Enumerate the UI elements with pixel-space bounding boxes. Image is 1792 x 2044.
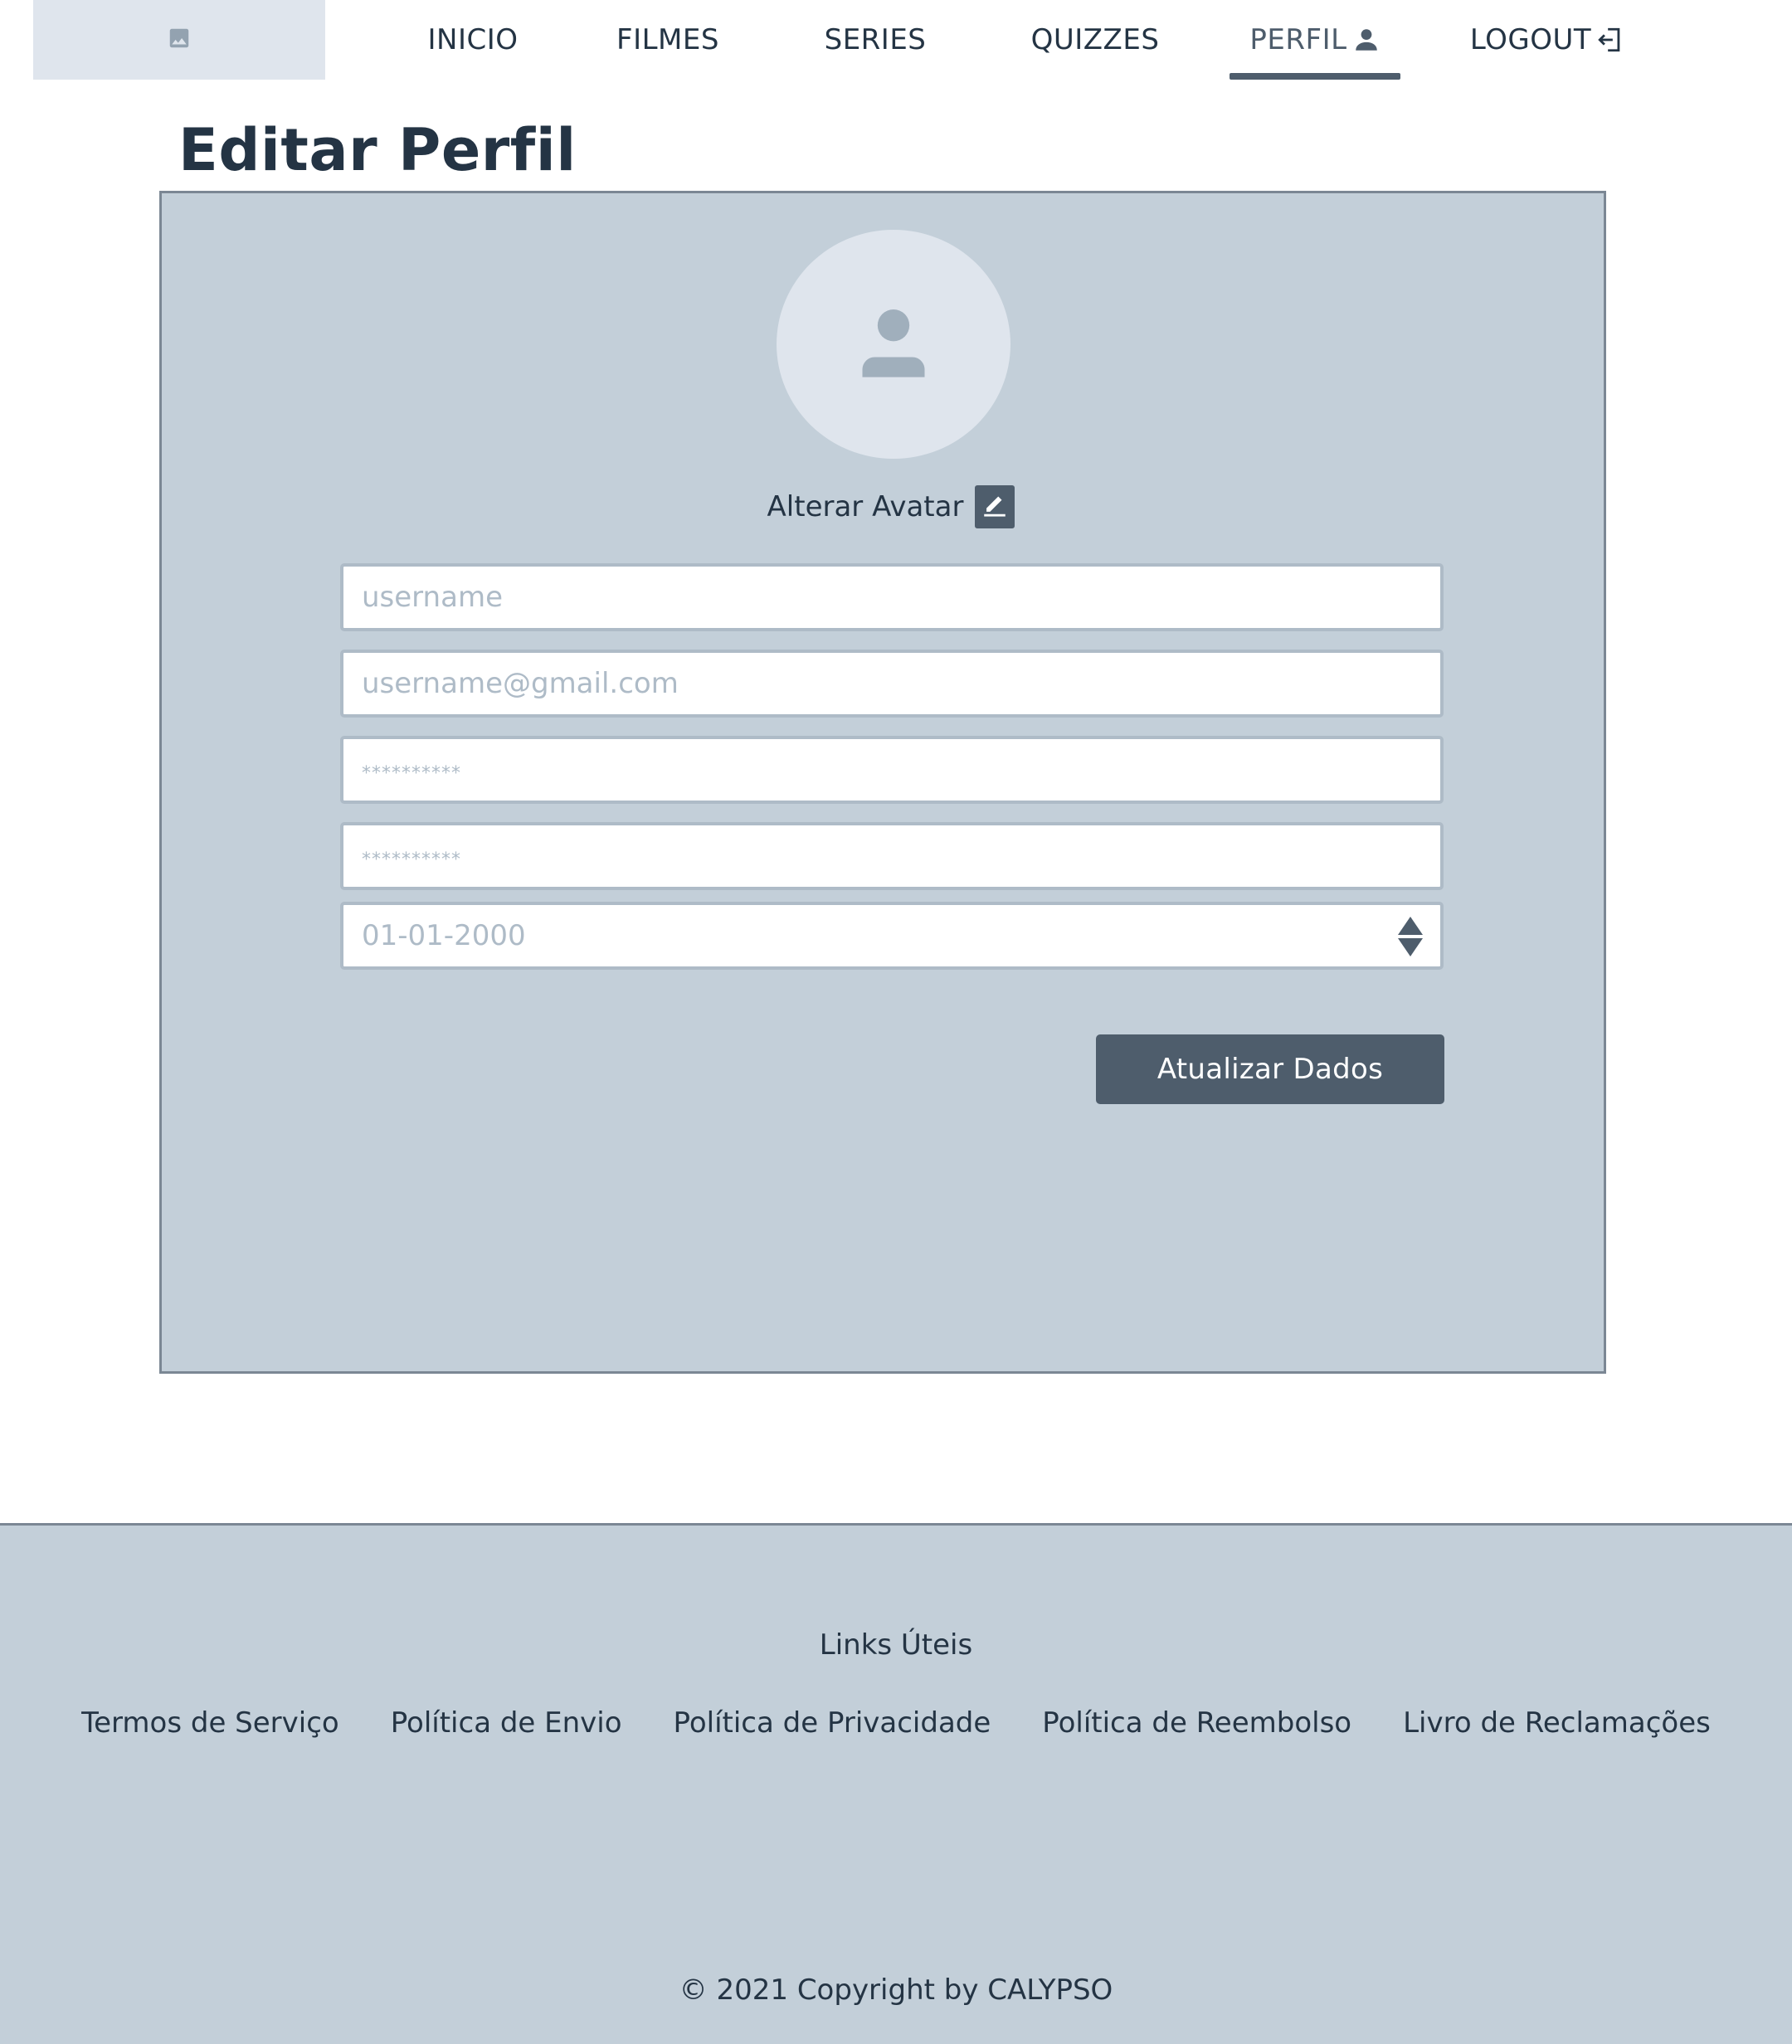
password-field[interactable] [340,736,1444,804]
birthdate-field[interactable] [340,902,1444,970]
edit-profile-panel: Alterar Avatar Atu [159,191,1606,1374]
birthdate-input[interactable] [362,905,1440,966]
copyright: © 2021 Copyright by CALYPSO [679,1973,1113,2007]
password-input[interactable] [362,739,1440,801]
username-field[interactable] [340,563,1444,631]
email-input[interactable] [362,653,1440,714]
nav-series[interactable]: SERIES [813,0,937,80]
footer-link-terms[interactable]: Termos de Serviço [81,1706,339,1740]
avatar [777,230,1010,459]
update-data-button[interactable]: Atualizar Dados [1096,1034,1444,1104]
top-navigation: INICIO FILMES SERIES QUIZZES PERFIL LOGO… [0,0,1792,80]
email-field[interactable] [340,650,1444,718]
nav-logout[interactable]: LOGOUT [1468,0,1626,80]
spinner-down-icon[interactable] [1398,938,1423,960]
change-avatar: Alterar Avatar [162,485,1604,528]
username-input[interactable] [362,567,1440,628]
image-placeholder-icon [167,26,192,54]
date-spinner[interactable] [1397,917,1424,958]
pencil-icon [981,488,1009,527]
nav-quizzes[interactable]: QUIZZES [1029,0,1161,80]
nav-inicio[interactable]: INICIO [415,0,531,80]
logout-icon [1596,26,1624,54]
active-nav-indicator [1230,73,1400,80]
confirm-password-input[interactable] [362,825,1440,887]
footer-heading: Links Úteis [819,1628,973,1662]
user-avatar-icon [852,301,935,387]
footer: Links Úteis Termos de Serviço Política d… [0,1523,1792,2044]
change-avatar-label: Alterar Avatar [767,490,964,523]
footer-link-shipping[interactable]: Política de Envio [391,1706,622,1740]
confirm-password-field[interactable] [340,822,1444,890]
nav-filmes[interactable]: FILMES [601,0,734,80]
nav-perfil[interactable]: PERFIL [1230,0,1400,80]
page-title: Editar Perfil [178,116,577,184]
footer-links: Termos de Serviço Política de Envio Polí… [0,1706,1792,1740]
footer-link-refund[interactable]: Política de Reembolso [1042,1706,1351,1740]
change-avatar-button[interactable] [975,485,1015,528]
logo[interactable] [33,0,325,80]
spinner-up-icon[interactable] [1398,917,1423,938]
user-icon [1352,26,1381,54]
footer-link-privacy[interactable]: Política de Privacidade [674,1706,991,1740]
footer-link-complaints[interactable]: Livro de Reclamações [1403,1706,1711,1740]
